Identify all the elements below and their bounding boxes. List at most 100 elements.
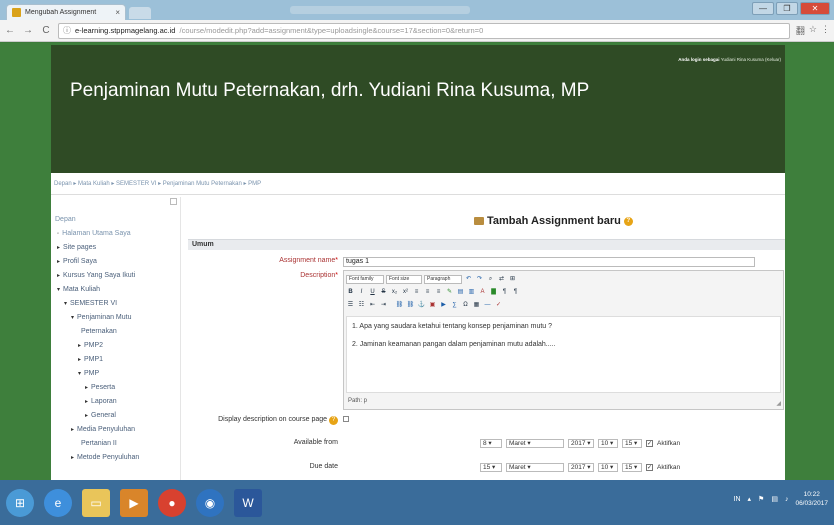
- due-minute-select[interactable]: 15 ▾: [622, 463, 642, 472]
- special-char-icon[interactable]: Ω: [461, 301, 470, 310]
- tree-toggle-icon[interactable]: ▸: [85, 399, 88, 405]
- background-color-icon[interactable]: ▇: [489, 288, 498, 297]
- font-family-select[interactable]: Font family: [346, 274, 384, 284]
- tree-toggle-icon[interactable]: ▸: [71, 455, 74, 461]
- rtl-icon[interactable]: ¶: [511, 288, 520, 297]
- undo-icon[interactable]: ↶: [464, 275, 473, 284]
- tree-toggle-icon[interactable]: ▸: [57, 245, 60, 251]
- find-icon[interactable]: ⌕: [486, 275, 495, 284]
- available-day-select[interactable]: 8 ▾: [480, 439, 502, 448]
- sidebar-item[interactable]: ▸ Media Penyuluhan: [53, 423, 181, 437]
- superscript-icon[interactable]: x²: [401, 288, 410, 297]
- sidebar-item[interactable]: ▸ Site pages: [53, 241, 181, 255]
- table-icon[interactable]: ▦: [472, 301, 481, 310]
- align-center-icon[interactable]: ≡: [423, 288, 432, 297]
- subscript-icon[interactable]: x₂: [390, 288, 399, 297]
- tree-toggle-icon[interactable]: ▸: [85, 413, 88, 419]
- due-hour-select[interactable]: 10 ▾: [598, 463, 618, 472]
- display-help-icon[interactable]: ?: [329, 416, 338, 425]
- show-hidden-icons-icon[interactable]: ▴: [748, 495, 752, 503]
- available-year-select[interactable]: 2017 ▾: [568, 439, 594, 448]
- bullet-list-icon[interactable]: ☰: [346, 301, 355, 310]
- link-icon[interactable]: ⛓: [395, 301, 404, 310]
- media-icon[interactable]: ▶: [439, 301, 448, 310]
- sidebar-item[interactable]: ▸ Peserta: [53, 381, 181, 395]
- available-hour-select[interactable]: 10 ▾: [598, 439, 618, 448]
- horizontal-rule-icon[interactable]: —: [483, 301, 492, 310]
- sidebar-item[interactable]: ▸ Metode Penyuluhan: [53, 451, 181, 465]
- file-explorer-icon[interactable]: ▭: [82, 488, 110, 517]
- address-bar[interactable]: ⓘ e-learning.stppmagelang.ac.id/course/m…: [58, 22, 790, 39]
- sidebar-item[interactable]: ▸ Profil Saya: [53, 255, 181, 269]
- sidebar-item[interactable]: ▸ General: [53, 409, 181, 423]
- flag-icon[interactable]: ⚑: [758, 495, 764, 503]
- reload-button[interactable]: C: [40, 25, 52, 36]
- due-month-select[interactable]: Maret ▾: [506, 463, 564, 472]
- tree-toggle-icon[interactable]: ▾: [71, 315, 74, 321]
- image-icon[interactable]: ▣: [428, 301, 437, 310]
- start-button[interactable]: ⊞: [6, 488, 34, 517]
- numbered-list-icon[interactable]: ☷: [357, 301, 366, 310]
- redo-icon[interactable]: ↷: [475, 275, 484, 284]
- sidebar-item[interactable]: ◦ Halaman Utama Saya: [53, 227, 181, 241]
- display-description-checkbox[interactable]: [343, 416, 349, 422]
- bookmark-star-icon[interactable]: ☆: [809, 24, 817, 37]
- bold-icon[interactable]: B: [346, 288, 355, 297]
- spellcheck-icon[interactable]: ✓: [494, 301, 503, 310]
- available-minute-select[interactable]: 15 ▾: [622, 439, 642, 448]
- clean-icon[interactable]: ✎: [445, 288, 454, 297]
- available-month-select[interactable]: Maret ▾: [506, 439, 564, 448]
- text-color-icon[interactable]: A: [478, 288, 487, 297]
- sidebar-item[interactable]: Peternakan: [53, 325, 181, 339]
- chrome-icon[interactable]: ●: [158, 488, 186, 517]
- close-window-button[interactable]: ✕: [800, 2, 830, 15]
- strike-icon[interactable]: S: [379, 288, 388, 297]
- align-right-icon[interactable]: ≡: [434, 288, 443, 297]
- tree-toggle-icon[interactable]: ▾: [64, 301, 67, 307]
- available-enable-checkbox[interactable]: ✓: [646, 440, 653, 447]
- internet-explorer-icon[interactable]: e: [44, 488, 72, 517]
- tree-toggle-icon[interactable]: ▾: [57, 287, 60, 293]
- anchor-icon[interactable]: ⚓: [417, 301, 426, 310]
- equation-icon[interactable]: ∑: [450, 301, 459, 310]
- assignment-name-input[interactable]: tugas 1: [343, 257, 755, 267]
- replace-icon[interactable]: ⇄: [497, 275, 506, 284]
- word-icon[interactable]: W: [234, 488, 262, 517]
- language-indicator[interactable]: IN: [734, 496, 741, 503]
- due-enable-checkbox[interactable]: ✓: [646, 464, 653, 471]
- fullscreen-icon[interactable]: ⊞: [508, 275, 517, 284]
- section-umum[interactable]: Umum: [188, 239, 785, 250]
- font-size-select[interactable]: Font size: [386, 274, 422, 284]
- paste-word-icon[interactable]: ▥: [467, 288, 476, 297]
- collapse-icon[interactable]: [170, 198, 177, 205]
- due-year-select[interactable]: 2017 ▾: [568, 463, 594, 472]
- sidebar-item[interactable]: ▾ Penjaminan Mutu: [53, 311, 181, 325]
- sidebar-title[interactable]: Depan: [55, 216, 76, 223]
- breadcrumb[interactable]: Depan ▸ Mata Kuliah ▸ SEMESTER VI ▸ Penj…: [51, 173, 785, 195]
- align-left-icon[interactable]: ≡: [412, 288, 421, 297]
- network-icon[interactable]: ▤: [771, 495, 778, 503]
- browser-tab[interactable]: Mengubah Assignment ×: [6, 4, 126, 20]
- tab-close-icon[interactable]: ×: [115, 8, 120, 17]
- login-user-link[interactable]: Yudiani Rina Kusuma (Keluar): [721, 57, 781, 62]
- tree-toggle-icon[interactable]: ▸: [71, 427, 74, 433]
- site-info-icon[interactable]: ⓘ: [63, 25, 71, 36]
- forward-button[interactable]: →: [22, 25, 34, 36]
- outdent-icon[interactable]: ⇤: [368, 301, 377, 310]
- sidebar-item[interactable]: ▸ Kursus Yang Saya Ikuti: [53, 269, 181, 283]
- ltr-icon[interactable]: ¶: [500, 288, 509, 297]
- resize-handle-icon[interactable]: ◢: [776, 400, 781, 407]
- sidebar-item[interactable]: ▸ Laporan: [53, 395, 181, 409]
- editor-content[interactable]: 1. Apa yang saudara ketahui tentang kons…: [346, 316, 781, 393]
- clock[interactable]: 10:22 06/03/2017: [795, 490, 828, 508]
- tree-toggle-icon[interactable]: ▸: [78, 357, 81, 363]
- sidebar-item[interactable]: ▾ PMP: [53, 367, 181, 381]
- due-day-select[interactable]: 15 ▾: [480, 463, 502, 472]
- media-player-icon[interactable]: ▶: [120, 488, 148, 517]
- media-app-icon[interactable]: ◉: [196, 488, 224, 517]
- tree-toggle-icon[interactable]: ◦: [57, 231, 59, 237]
- paragraph-select[interactable]: Paragraph: [424, 274, 462, 284]
- volume-icon[interactable]: ♪: [785, 496, 789, 503]
- underline-icon[interactable]: U: [368, 288, 377, 297]
- sidebar-item[interactable]: ▸ PMP1: [53, 353, 181, 367]
